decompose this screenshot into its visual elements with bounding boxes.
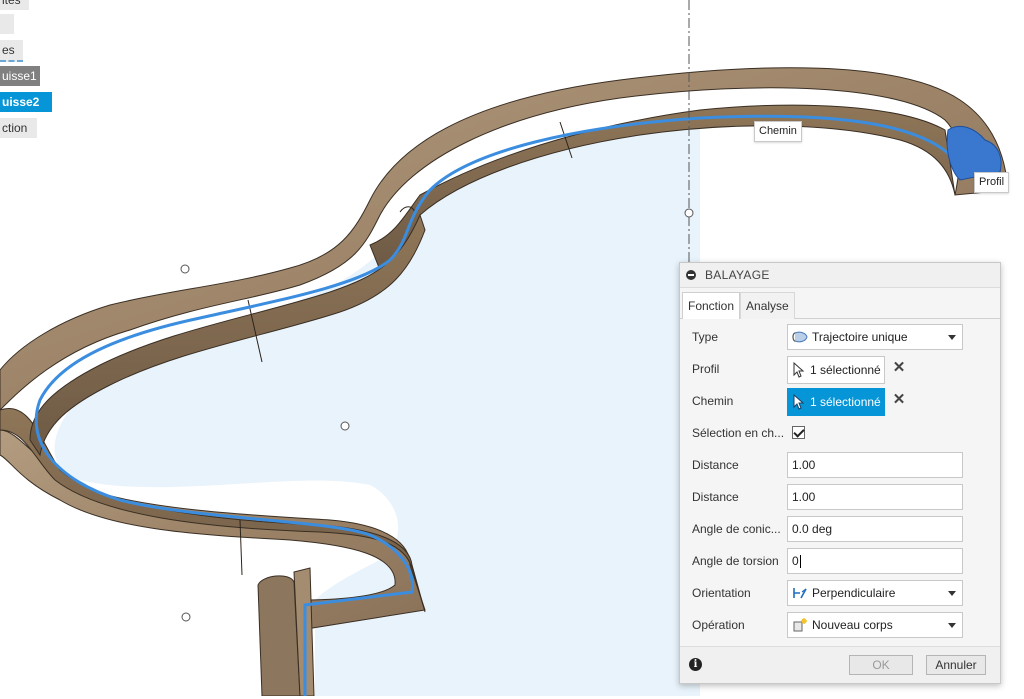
path-selected-count: 1 sélectionné — [810, 395, 881, 409]
dialog-tabs: Fonction Analyse — [680, 288, 1000, 319]
row-twist-angle: Angle de torsion 0 — [680, 545, 1000, 577]
info-icon[interactable]: i — [689, 658, 702, 671]
profile-selected-count: 1 sélectionné — [810, 363, 881, 377]
browser-item-3[interactable]: es — [0, 40, 23, 62]
cursor-arrow-icon — [793, 362, 805, 378]
twist-angle-value: 0 — [792, 554, 799, 568]
distance-2-label: Distance — [692, 490, 739, 504]
chain-selection-label: Sélection en ch... — [692, 426, 785, 440]
dialog-title: BALAYAGE — [705, 268, 770, 282]
row-distance-2: Distance 1.00 — [680, 481, 1000, 513]
trajectory-icon — [792, 331, 808, 343]
perpendicular-icon — [793, 588, 807, 599]
browser-item-sketch2[interactable]: uisse2 — [0, 92, 52, 112]
distance-1-input[interactable]: 1.00 — [787, 452, 963, 478]
row-path: Chemin 1 sélectionné ✕ — [680, 385, 1000, 417]
row-operation: Opération Nouveau corps — [680, 609, 1000, 641]
text-cursor — [799, 555, 801, 569]
profile-label: Profil — [974, 172, 1010, 193]
profile-row-label: Profil — [692, 362, 720, 376]
chevron-down-icon — [948, 623, 956, 628]
browser-item-2[interactable] — [0, 14, 14, 34]
dialog-footer: i OK Annuler — [680, 646, 1000, 683]
row-type: Type Trajectoire unique — [680, 321, 1000, 353]
operation-select[interactable]: Nouveau corps — [787, 612, 963, 638]
cancel-button[interactable]: Annuler — [926, 655, 986, 675]
cursor-arrow-icon — [793, 394, 805, 410]
clear-path-icon[interactable]: ✕ — [892, 392, 906, 407]
browser-item-sketch1[interactable]: uisse1 — [0, 66, 40, 86]
chevron-down-icon — [948, 591, 956, 596]
row-orientation: Orientation Perpendiculaire — [680, 577, 1000, 609]
collapse-icon[interactable] — [686, 270, 696, 280]
chain-selection-checkbox[interactable] — [792, 426, 805, 439]
row-taper-angle: Angle de conic... 0.0 deg — [680, 513, 1000, 545]
browser-item-1[interactable]: ites — [0, 0, 29, 10]
twist-angle-label: Angle de torsion — [692, 554, 779, 568]
path-row-label: Chemin — [692, 394, 734, 408]
distance-1-label: Distance — [692, 458, 739, 472]
tab-function[interactable]: Fonction — [682, 292, 741, 319]
chevron-down-icon — [948, 335, 956, 340]
path-label: Chemin — [754, 121, 802, 142]
sweep-post[interactable] — [257, 575, 301, 697]
path-select-button[interactable]: 1 sélectionné — [787, 388, 885, 416]
taper-angle-input[interactable]: 0.0 deg — [787, 516, 963, 542]
tab-analysis[interactable]: Analyse — [740, 292, 795, 319]
new-body-icon — [793, 618, 807, 632]
operation-label: Opération — [692, 618, 745, 632]
type-value: Trajectoire unique — [812, 330, 908, 344]
operation-value: Nouveau corps — [812, 618, 893, 632]
profile-select-button[interactable]: 1 sélectionné — [787, 356, 885, 384]
taper-angle-label: Angle de conic... — [692, 522, 781, 536]
dialog-header: BALAYAGE — [680, 263, 1000, 288]
type-select[interactable]: Trajectoire unique — [787, 324, 963, 350]
orientation-label: Orientation — [692, 586, 751, 600]
row-chain-selection: Sélection en ch... — [680, 417, 1000, 449]
row-profile: Profil 1 sélectionné ✕ — [680, 353, 1000, 385]
orientation-select[interactable]: Perpendiculaire — [787, 580, 963, 606]
ok-button[interactable]: OK — [849, 655, 913, 675]
twist-angle-input[interactable]: 0 — [787, 548, 963, 574]
distance-2-input[interactable]: 1.00 — [787, 484, 963, 510]
sweep-dialog: BALAYAGE Fonction Analyse Type Trajectoi… — [679, 262, 1001, 684]
browser-item-6[interactable]: ction — [0, 118, 37, 138]
orientation-value: Perpendiculaire — [812, 586, 896, 600]
row-distance-1: Distance 1.00 — [680, 449, 1000, 481]
clear-profile-icon[interactable]: ✕ — [892, 360, 906, 375]
type-label: Type — [692, 330, 719, 344]
